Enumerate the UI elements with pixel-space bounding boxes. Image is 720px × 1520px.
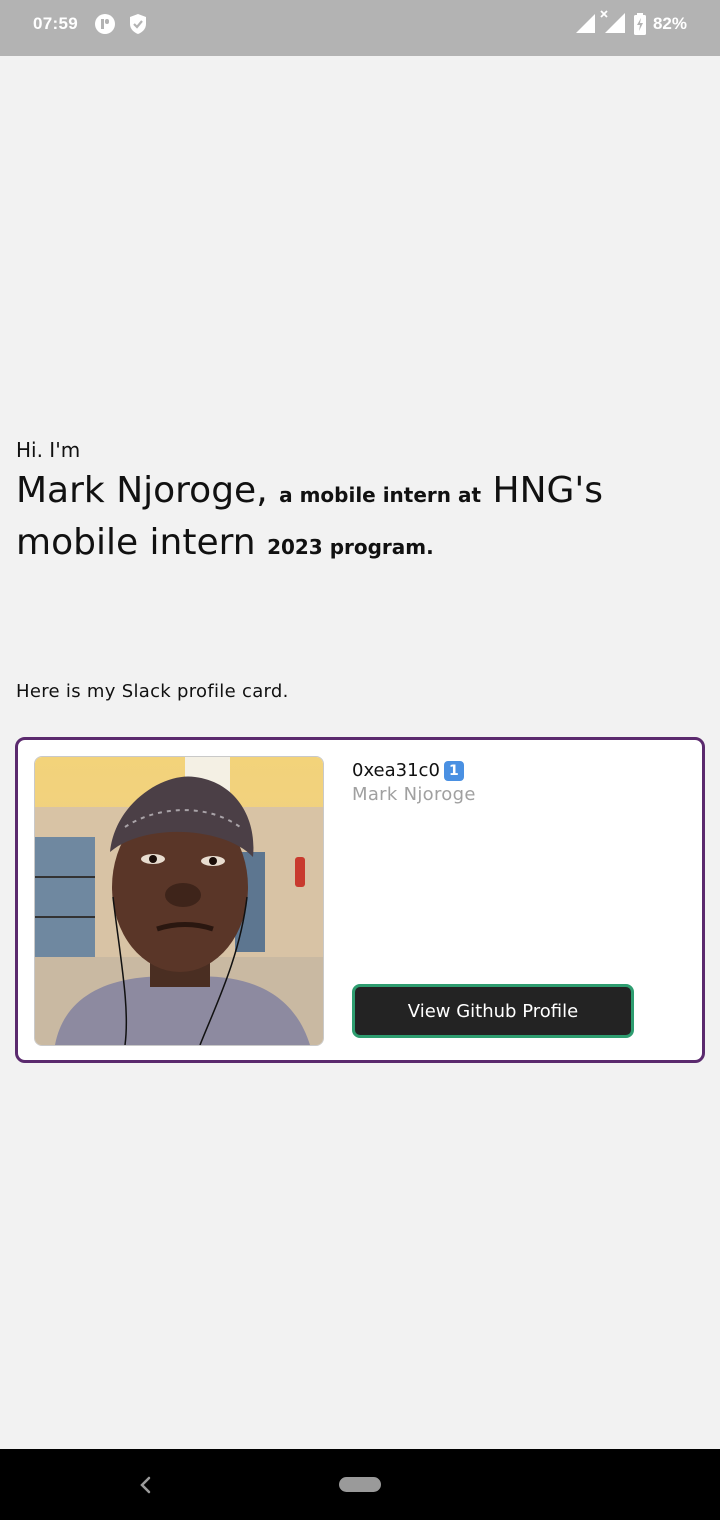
back-icon[interactable] [136,1473,156,1501]
status-time: 07:59 [33,14,78,33]
profile-photo [34,756,324,1046]
headline-role: a mobile intern at [279,483,482,507]
slack-display-name: Mark Njoroge [352,784,476,805]
intro-text: Here is my Slack profile card. [16,681,289,702]
battery-charging-icon [633,13,647,39]
status-bar: 07:59 82% [0,0,720,56]
slack-handle: 0xea31c0 1 [352,760,464,781]
signal-icon [576,14,596,38]
home-pill-icon[interactable] [339,1477,381,1492]
navigation-bar [0,1449,720,1520]
headline-name: Mark Njoroge, [16,470,268,511]
headline: Mark Njoroge, a mobile intern at HNG's m… [16,467,706,571]
battery-percent: 82% [652,14,687,33]
slack-handle-text: 0xea31c0 [352,760,440,781]
shield-check-icon [128,13,148,39]
app-notification-icon [94,13,116,39]
greeting-text: Hi. I'm [16,438,81,462]
headline-program: 2023 program. [267,535,434,559]
signal-no-data-icon [600,9,626,38]
view-github-profile-button[interactable]: View Github Profile [352,984,634,1038]
slack-profile-card: 0xea31c0 1 Mark Njoroge View Github Profi… [15,737,705,1063]
keycap-one-icon: 1 [443,761,464,781]
